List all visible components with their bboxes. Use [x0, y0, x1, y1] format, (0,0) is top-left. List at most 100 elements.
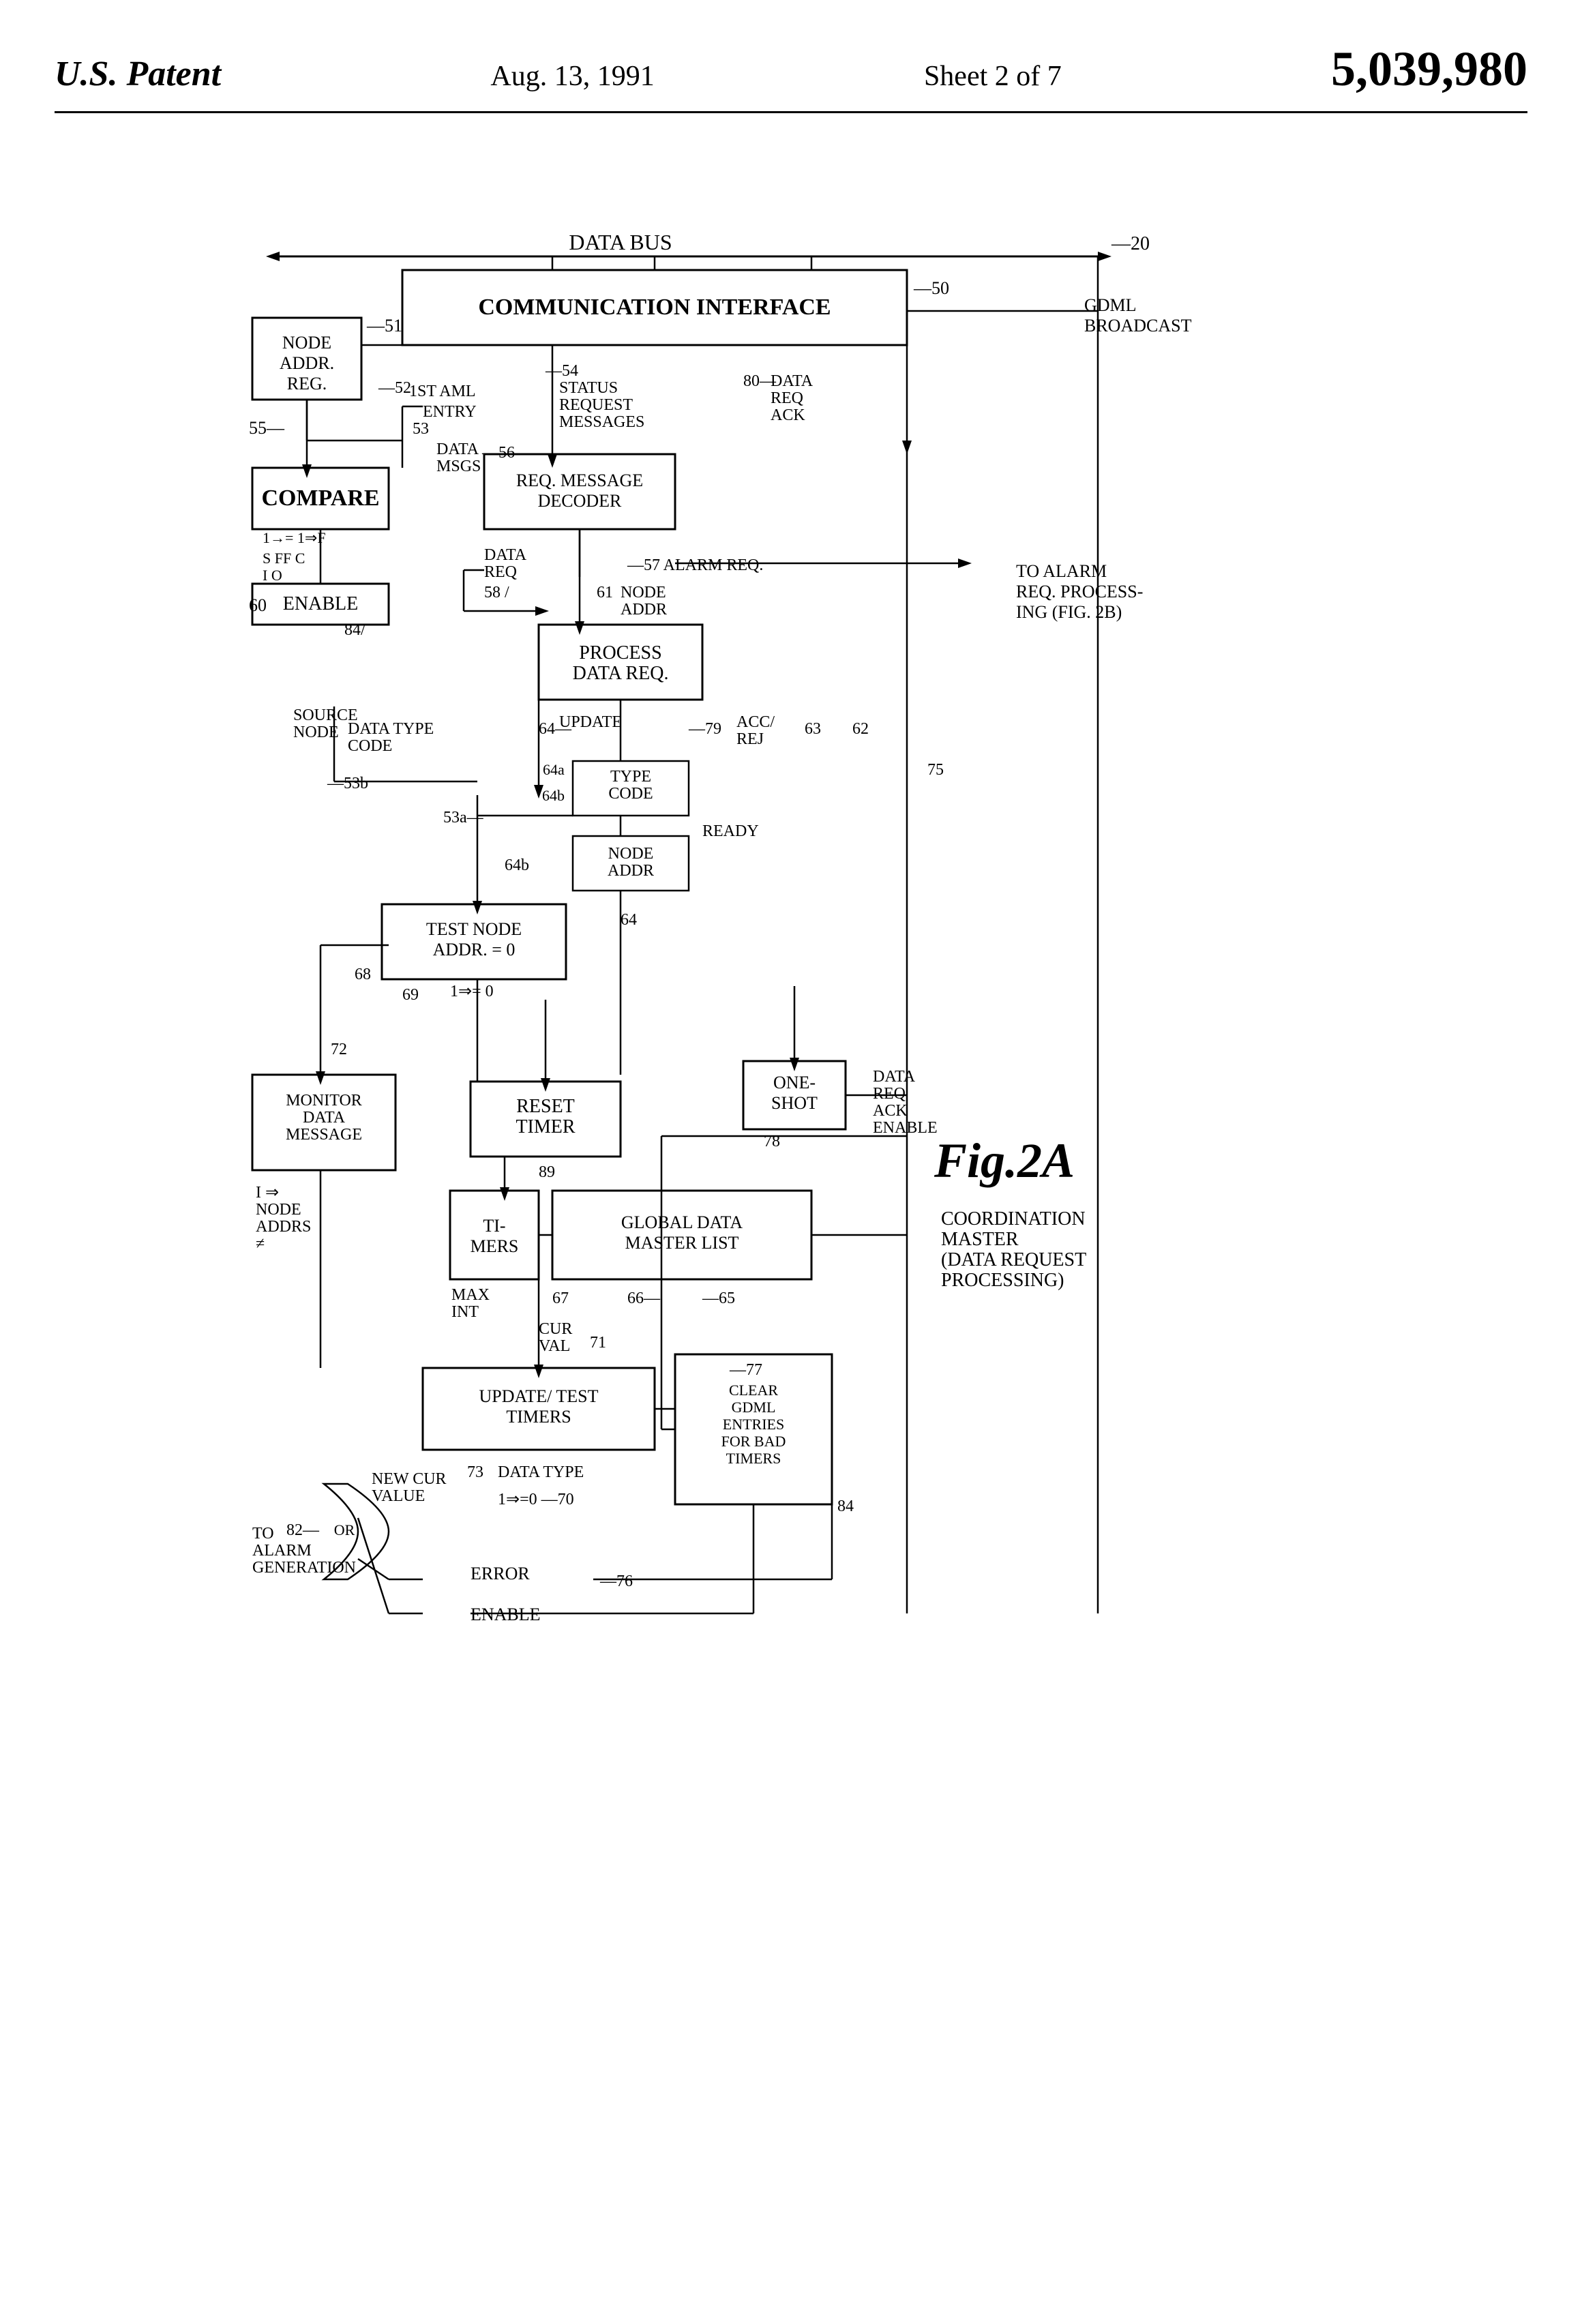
ref-61: 61 [597, 584, 613, 601]
not-equal-label: ≠ [256, 1235, 265, 1253]
process-data-req-label2: DATA REQ. [573, 663, 669, 684]
compare-label: COMPARE [261, 486, 379, 511]
node-addr-box-label2: ADDR [608, 862, 654, 880]
compare-sym3: I O [263, 567, 282, 584]
sheet-label: Sheet 2 of 7 [924, 60, 1062, 93]
data-req-ack-enable3: ACK [873, 1102, 908, 1120]
compare-sym1: 1→= 1⇒F [263, 529, 326, 546]
entry-label: ENTRY [423, 403, 477, 421]
ref-67: 67 [552, 1290, 569, 1307]
test-node-addr-label1: TEST NODE [426, 919, 522, 939]
clear-gdml-label2: GDML [732, 1399, 776, 1416]
coord-master-label3: (DATA REQUEST [941, 1249, 1086, 1270]
ref-64a: 64a [543, 761, 565, 778]
ref-66: 66— [627, 1290, 661, 1307]
ref-73: 73 [467, 1463, 483, 1481]
patent-diagram: DATA BUS —20 COMMUNICATION INTERFACE —50… [211, 181, 1371, 2159]
patent-office-label: U.S. Patent [55, 54, 221, 94]
ready-label: READY [702, 822, 759, 840]
data-msgs-label2: MSGS [436, 458, 481, 475]
coord-master-label4: PROCESSING) [941, 1270, 1064, 1291]
date-label: Aug. 13, 1991 [490, 60, 654, 93]
max-int-label2: INT [451, 1303, 479, 1321]
ref-53b: —53b [327, 775, 368, 792]
update-label: UPDATE [559, 713, 622, 731]
type-code-label1: TYPE [610, 768, 651, 786]
addrs-label: ADDRS [256, 1218, 311, 1236]
clear-gdml-label3: ENTRIES [723, 1416, 784, 1433]
reset-timer-label1: RESET [516, 1096, 575, 1117]
ref-69: 69 [402, 986, 419, 1004]
source-node-label2: NODE [293, 724, 339, 741]
one-shot-label2: SHOT [771, 1093, 818, 1113]
data-req-ack-label1: DATA [771, 372, 814, 390]
clear-gdml-label1: CLEAR [729, 1382, 778, 1399]
data-msgs-label1: DATA [436, 441, 479, 458]
clear-gdml-label5: TIMERS [726, 1450, 781, 1467]
to-alarm-req-label3: ING (FIG. 2B) [1016, 602, 1122, 622]
cur-val-label2: VAL [539, 1337, 570, 1355]
fig-2a-label: Fig.2A [934, 1133, 1075, 1188]
ref-53: 53 [413, 420, 429, 438]
monitor-data-msg-label1: MONITOR [286, 1092, 362, 1109]
global-data-master-label2: MASTER LIST [625, 1233, 739, 1253]
ref-84-right: 84 [837, 1498, 854, 1515]
status-req-label2: STATUS [559, 379, 618, 397]
ref-80: 80— [743, 372, 777, 390]
update-test-timers-label1: UPDATE/ TEST [479, 1386, 598, 1406]
status-req-label3: REQUEST [559, 396, 633, 414]
compare-sym2: S FF C [263, 550, 305, 567]
to-alarm-gen-label2: ALARM [252, 1542, 312, 1560]
ref-64-center: 64 [621, 911, 637, 929]
or-label: OR [334, 1521, 355, 1538]
ref-65: —65 [702, 1290, 735, 1307]
patent-page: U.S. Patent Aug. 13, 1991 Sheet 2 of 7 5… [0, 0, 1582, 2324]
node-addr-label1: NODE [621, 584, 666, 601]
data-req-ack-label2: REQ [771, 389, 803, 407]
node-addrs-label: NODE [256, 1201, 301, 1219]
node-addr-reg-label3: REG. [287, 374, 327, 393]
page-header: U.S. Patent Aug. 13, 1991 Sheet 2 of 7 5… [55, 41, 1527, 113]
to-alarm-gen-label1: TO [252, 1525, 274, 1543]
data-type-label: DATA TYPE [498, 1463, 584, 1481]
ref-76: —76 [599, 1573, 633, 1590]
ref-89: 89 [539, 1163, 555, 1181]
node-addr-reg-label2: ADDR. [280, 353, 334, 373]
ref-60: 60 [249, 595, 267, 615]
timers-label2: MERS [471, 1236, 519, 1256]
enable-label: ENABLE [283, 593, 358, 614]
ref-63: 63 [805, 720, 821, 738]
diagram-container: DATA BUS —20 COMMUNICATION INTERFACE —50… [55, 140, 1527, 2159]
ref-62: 62 [852, 720, 869, 738]
data-req-ack-enable1: DATA [873, 1068, 916, 1086]
enable-bottom-label: ENABLE [471, 1605, 541, 1624]
ref-68: 68 [355, 966, 371, 983]
ref-64b-2: 64b [542, 787, 565, 804]
i-arrow-label: I ⇒ [256, 1184, 279, 1202]
status-req-label4: MESSAGES [559, 413, 644, 431]
ref-72: 72 [331, 1041, 347, 1058]
ref-79: —79 [688, 720, 721, 738]
new-cur-value-label1: NEW CUR [372, 1470, 447, 1488]
gdml-broadcast-label1: GDML [1084, 295, 1137, 315]
data-req-label2: REQ [484, 563, 517, 581]
node-addr-label2: ADDR [621, 601, 667, 619]
ref-84-bottom: 84/ [344, 621, 365, 639]
data-type-code-label2: CODE [348, 737, 392, 755]
acc-rej-label1: ACC/ [736, 713, 775, 731]
req-msg-decoder-label2: DECODER [538, 491, 622, 511]
req-msg-decoder-label1: REQ. MESSAGE [516, 471, 643, 490]
reset-timer-label2: TIMER [516, 1116, 575, 1137]
patent-number: 5,039,980 [1331, 41, 1527, 98]
error-label: ERROR [471, 1564, 530, 1583]
first-aml-label: 1ST AML [409, 383, 476, 400]
ref-20: —20 [1111, 233, 1150, 254]
comm-interface-label: COMMUNICATION INTERFACE [478, 295, 831, 320]
data-req-ack-enable2: REQ [873, 1085, 906, 1103]
coord-master-label2: MASTER [941, 1229, 1019, 1250]
data-type-code-label1: DATA TYPE [348, 720, 434, 738]
data-req-label1: DATA [484, 546, 527, 564]
test-node-addr-label2: ADDR. = 0 [433, 940, 516, 959]
ref-58: 58 / [484, 584, 509, 601]
to-alarm-req-label1: TO ALARM [1016, 561, 1107, 581]
